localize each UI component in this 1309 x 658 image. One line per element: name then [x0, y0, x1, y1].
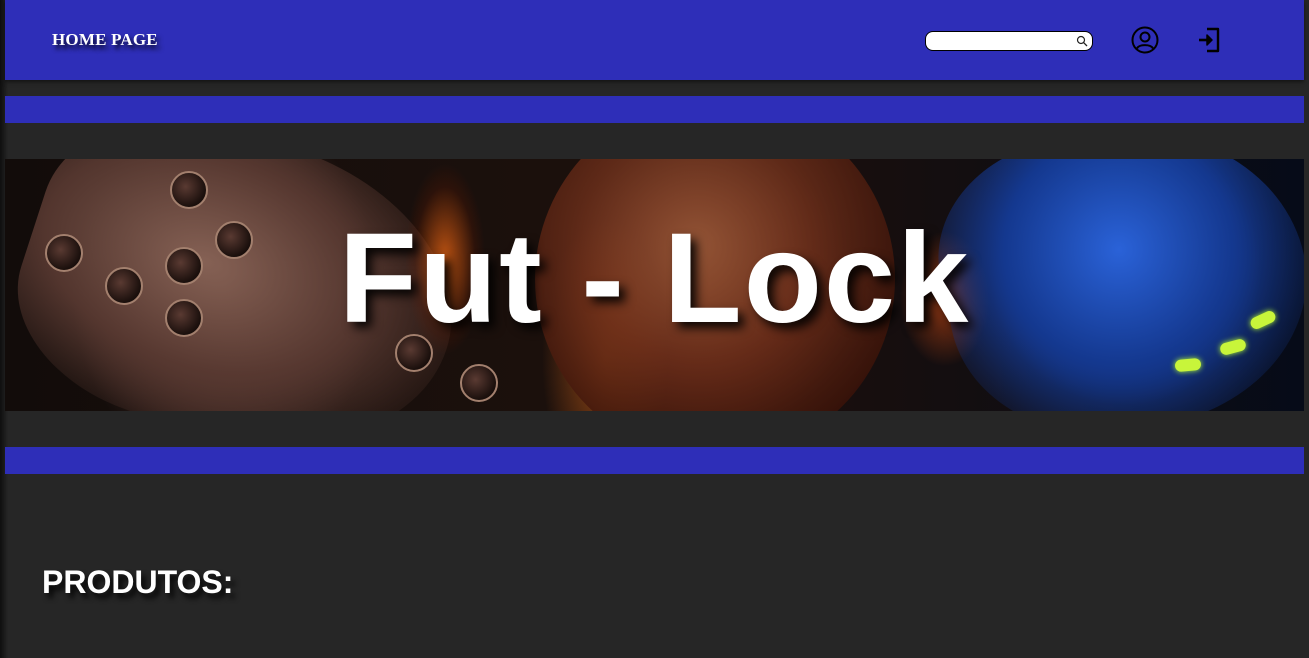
home-page-link[interactable]: HOME PAGE	[52, 30, 158, 50]
products-section-title: PRODUTOS:	[42, 564, 234, 600]
decorative-stripe-top	[5, 96, 1304, 123]
top-navbar: HOME PAGE	[5, 0, 1304, 80]
search-input[interactable]	[930, 33, 1070, 49]
banner-title: Fut - Lock	[338, 207, 971, 350]
hero-banner: Fut - Lock	[5, 159, 1304, 411]
page: HOME PAGE Fut - Lock PRODUTOS:	[0, 0, 1309, 658]
decorative-stripe-bottom	[5, 447, 1304, 474]
search-box[interactable]	[925, 31, 1093, 51]
login-icon[interactable]	[1195, 26, 1223, 54]
cleat-stud	[170, 171, 208, 209]
user-circle-icon[interactable]	[1131, 26, 1159, 54]
search-icon[interactable]	[1076, 35, 1088, 47]
